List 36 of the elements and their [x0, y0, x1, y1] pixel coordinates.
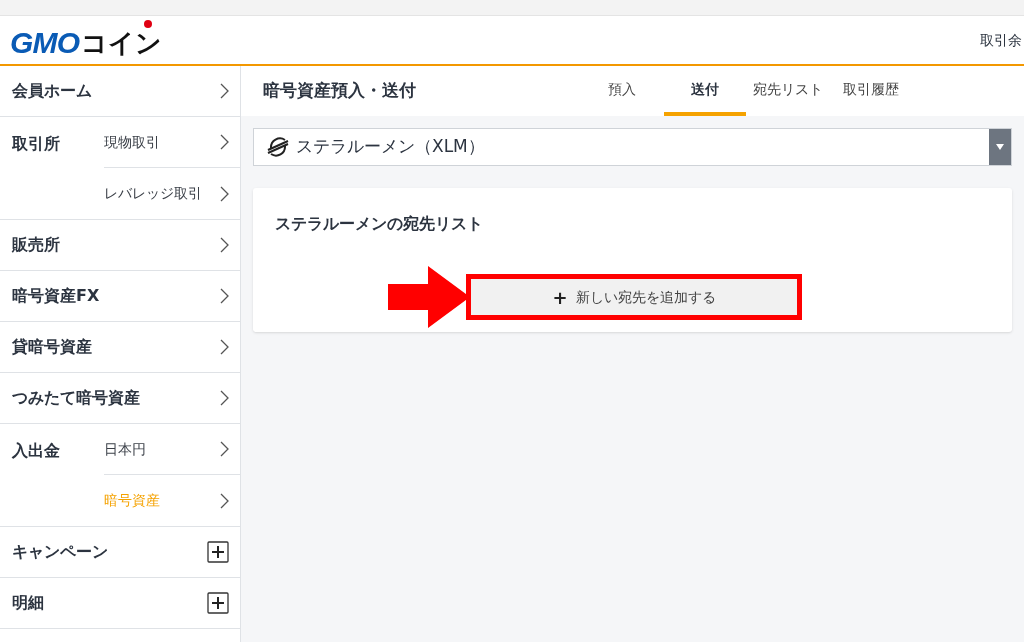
page-title: 暗号資産預入・送付: [263, 79, 417, 103]
sidebar-item[interactable]: つみたて暗号資産: [0, 373, 240, 424]
chevron-right-icon: [220, 339, 229, 355]
currency-select[interactable]: ステラルーメン（XLM）: [253, 128, 1012, 166]
plus-box-icon: [207, 592, 229, 614]
chevron-right-icon: [220, 185, 229, 202]
logo-text: コイン: [81, 30, 163, 56]
chevron-right-icon: [220, 83, 229, 99]
sidebar-subitem[interactable]: レバレッジ取引: [104, 168, 240, 219]
tab[interactable]: 取引履歴: [830, 66, 912, 116]
sidebar-subitem[interactable]: 日本円: [104, 424, 240, 475]
sidebar-item[interactable]: キャンペーン: [0, 527, 240, 578]
sidebar-group-label: 取引所: [11, 133, 61, 155]
tab[interactable]: 宛先リスト: [747, 66, 829, 116]
header-text: 取引余: [980, 30, 1022, 50]
chevron-right-icon: [220, 390, 229, 406]
logo-text: GMO: [10, 28, 80, 58]
chevron-right-icon: [220, 492, 229, 509]
tab[interactable]: 送付: [664, 66, 746, 116]
plus-box-icon: [207, 541, 229, 563]
sidebar-item[interactable]: 会員ホーム: [0, 66, 240, 117]
chevron-right-icon: [220, 134, 229, 150]
sidebar-item[interactable]: 明細: [0, 578, 240, 629]
tab[interactable]: 預入: [581, 66, 663, 116]
chevron-right-icon: [220, 288, 229, 304]
sidebar-item[interactable]: 販売所: [0, 220, 240, 271]
chevron-right-icon: [220, 237, 229, 253]
chevron-right-icon: [220, 441, 229, 457]
card-title: ステラルーメンの宛先リスト: [275, 213, 484, 235]
sidebar-subitem[interactable]: 現物取引: [104, 117, 240, 168]
dropdown-caret-icon: [989, 129, 1011, 165]
sidebar-group-label: 入出金: [11, 440, 61, 462]
add-address-button[interactable]: + 新しい宛先を追加する: [471, 279, 797, 315]
sidebar-item[interactable]: 貸暗号資産: [0, 322, 240, 373]
sidebar-item[interactable]: 暗号資産FX: [0, 271, 240, 322]
stellar-icon: [266, 136, 290, 158]
